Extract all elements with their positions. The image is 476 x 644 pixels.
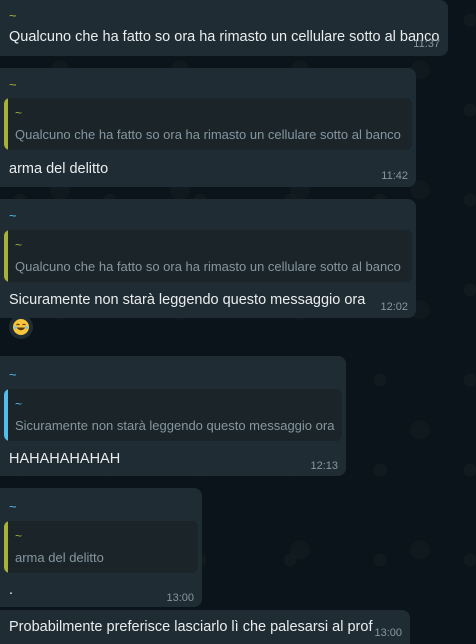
message-timestamp: 13:00 bbox=[166, 592, 194, 604]
quoted-sender: ~ bbox=[15, 397, 23, 411]
message-timestamp: 12:02 bbox=[380, 301, 408, 313]
quoted-sender: ~ bbox=[15, 106, 23, 120]
sender-name: ~ bbox=[9, 8, 17, 23]
message-bubble[interactable]: ~ Qualcuno che ha fatto so ora ha rimast… bbox=[0, 0, 448, 56]
quote-bar bbox=[4, 98, 8, 150]
message-text: HAHAHAHAHAH bbox=[9, 451, 121, 467]
message-bubble[interactable]: ~ ~ arma del delitto . 13:00 bbox=[0, 488, 202, 607]
quoted-text: arma del delitto bbox=[15, 550, 104, 565]
message-bubble[interactable]: ~ ~ Qualcuno che ha fatto so ora ha rima… bbox=[0, 68, 416, 187]
quoted-text: Qualcuno che ha fatto so ora ha rimasto … bbox=[15, 259, 401, 274]
quote-bar bbox=[4, 521, 8, 573]
message-reaction[interactable] bbox=[9, 315, 33, 339]
message-bubble[interactable]: ~ ~ Sicuramente non starà leggendo quest… bbox=[0, 356, 346, 476]
quoted-sender: ~ bbox=[15, 529, 23, 543]
quoted-sender: ~ bbox=[15, 238, 23, 252]
message-timestamp: 12:13 bbox=[310, 460, 338, 472]
message-text: Qualcuno che ha fatto so ora ha rimasto … bbox=[9, 29, 440, 45]
quoted-message[interactable]: ~ Qualcuno che ha fatto so ora ha rimast… bbox=[4, 98, 412, 150]
quoted-text: Qualcuno che ha fatto so ora ha rimasto … bbox=[15, 127, 401, 142]
message-text: . bbox=[9, 582, 14, 598]
quoted-message[interactable]: ~ Qualcuno che ha fatto so ora ha rimast… bbox=[4, 230, 412, 282]
laughing-emoji-icon bbox=[13, 319, 29, 335]
quoted-message[interactable]: ~ Sicuramente non starà leggendo questo … bbox=[4, 389, 342, 441]
quote-bar bbox=[4, 230, 8, 282]
message-text: Probabilmente preferisce lasciarlo lì ch… bbox=[9, 619, 373, 635]
message-timestamp: 11:37 bbox=[413, 38, 440, 50]
quoted-message[interactable]: ~ arma del delitto bbox=[4, 521, 198, 573]
message-text: arma del delitto bbox=[9, 161, 109, 177]
message-timestamp: 13:00 bbox=[374, 627, 402, 639]
quoted-text: Sicuramente non starà leggendo questo me… bbox=[15, 418, 335, 433]
sender-name: ~ bbox=[9, 77, 17, 92]
message-bubble[interactable]: ~ ~ Qualcuno che ha fatto so ora ha rima… bbox=[0, 199, 416, 318]
message-bubble[interactable]: Probabilmente preferisce lasciarlo lì ch… bbox=[0, 610, 410, 644]
message-text: Sicuramente non starà leggendo questo me… bbox=[9, 292, 366, 308]
sender-name: ~ bbox=[9, 367, 17, 382]
quote-bar bbox=[4, 389, 8, 441]
sender-name: ~ bbox=[9, 208, 17, 223]
sender-name: ~ bbox=[9, 499, 17, 514]
message-timestamp: 11:42 bbox=[381, 170, 408, 182]
